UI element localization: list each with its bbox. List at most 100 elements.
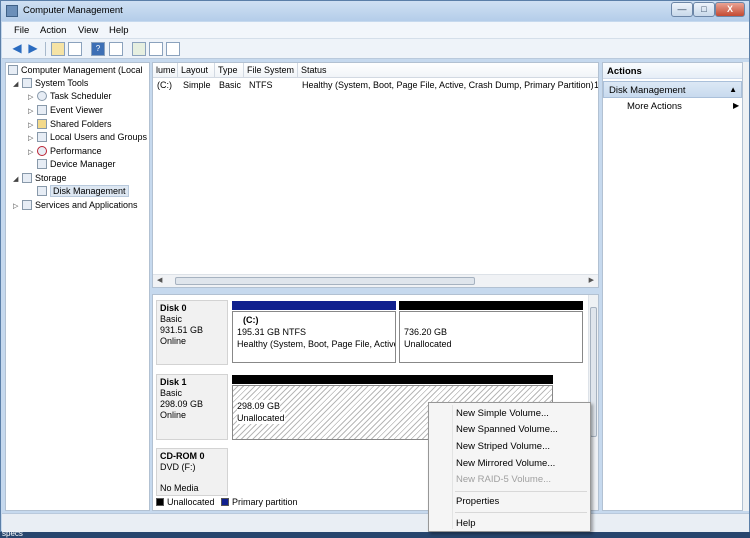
disk1-info[interactable]: Disk 1 Basic 298.09 GB Online (156, 374, 228, 440)
tree-item-computer-management[interactable]: Computer Management (Local (8, 64, 143, 77)
cdrom-state: No Media (160, 483, 199, 493)
expand-icon[interactable]: ▷ (13, 200, 22, 213)
menu-new-striped-volume[interactable]: New Striped Volume... (456, 441, 550, 452)
layout-cell: Simple (183, 80, 211, 90)
disk0-unallocated-bar (399, 301, 583, 310)
column-header-file-system[interactable]: File System (244, 63, 298, 78)
menu-file[interactable]: File (14, 25, 29, 36)
menu-new-mirrored-volume[interactable]: New Mirrored Volume... (456, 458, 555, 469)
partition-c-label: (C:) (243, 315, 259, 325)
more-actions-item[interactable]: More Actions ▶ (627, 101, 739, 112)
help-icon[interactable]: ? (91, 42, 105, 56)
computer-management-window: Computer Management — □ X File Action Vi… (0, 0, 750, 532)
actions-section-disk-management[interactable]: Disk Management ▲ (603, 81, 742, 98)
scroll-left-icon[interactable]: ◀ (157, 276, 162, 284)
tree-item-disk-management[interactable]: Disk Management (37, 185, 129, 198)
context-menu: New Simple Volume... New Spanned Volume.… (428, 402, 591, 532)
tree-item-device-manager[interactable]: Device Manager (37, 158, 116, 171)
scrollbar-thumb[interactable] (590, 307, 597, 437)
menu-separator (455, 491, 587, 492)
type-cell: Basic (219, 80, 242, 90)
computer-management-icon (6, 5, 18, 17)
up-folder-icon[interactable] (51, 42, 65, 56)
window-title: Computer Management (23, 5, 123, 16)
scrollbar-thumb[interactable] (175, 277, 475, 285)
expand-icon[interactable]: ▷ (28, 132, 37, 145)
disk1-state: Online (160, 410, 187, 420)
tree-item-performance[interactable]: ▷ Performance (28, 145, 102, 158)
settings-icon[interactable] (149, 42, 163, 56)
menu-help[interactable]: Help (456, 518, 476, 529)
forward-arrow-icon[interactable]: ▶ (26, 42, 40, 56)
refresh-icon[interactable] (109, 42, 123, 56)
expand-icon[interactable]: ▷ (28, 105, 37, 118)
legend-primary: Primary partition (232, 497, 298, 507)
toolbar: ◀ ▶ ? (2, 39, 749, 59)
disk1-type: Basic (160, 388, 183, 398)
cdrom-name: CD-ROM 0 (160, 451, 205, 461)
disk1-unallocated-bar (232, 375, 553, 384)
menu-separator (455, 512, 587, 513)
volume-cell[interactable]: (C:) (157, 80, 172, 90)
tree-item-task-scheduler[interactable]: ▷ Task Scheduler (28, 90, 112, 103)
show-hide-tree-icon[interactable] (68, 42, 82, 56)
tree-item-storage[interactable]: ◢ Storage (13, 172, 67, 185)
storage-icon (22, 173, 32, 183)
file-system-cell: NTFS (249, 80, 273, 90)
collapse-icon[interactable]: ◢ (13, 173, 22, 186)
disk0-partition-c[interactable]: (C:) 195.31 GB NTFS Healthy (System, Boo… (232, 311, 396, 363)
menu-gutter (452, 405, 453, 529)
menu-help[interactable]: Help (109, 25, 129, 36)
disk-legend: Unallocated Primary partition (156, 497, 298, 509)
menu-new-raid5-volume: New RAID-5 Volume... (456, 474, 552, 485)
menu-properties[interactable]: Properties (456, 496, 499, 507)
title-bar[interactable]: Computer Management — □ X (1, 1, 749, 21)
maximize-button[interactable]: □ (693, 2, 715, 17)
tree-item-system-tools[interactable]: ◢ System Tools (13, 77, 88, 90)
event-viewer-icon (37, 105, 47, 115)
disk0-unallocated-partition[interactable]: 736.20 GB Unallocated (399, 311, 583, 363)
menu-action[interactable]: Action (40, 25, 66, 36)
collapse-caret-icon[interactable]: ▲ (729, 85, 737, 94)
device-manager-icon (37, 159, 47, 169)
column-header-type[interactable]: Type (215, 63, 244, 78)
taskbar: specs (0, 529, 750, 538)
disk1-name: Disk 1 (160, 377, 187, 387)
close-button[interactable]: X (715, 2, 745, 17)
minimize-button[interactable]: — (671, 2, 693, 17)
navigation-tree: Computer Management (Local ◢ System Tools… (5, 62, 150, 511)
back-arrow-icon[interactable]: ◀ (10, 42, 24, 56)
horizontal-scrollbar[interactable]: ◀ ▶ (153, 274, 598, 287)
properties-icon[interactable] (132, 42, 146, 56)
menu-view[interactable]: View (78, 25, 98, 36)
collapse-icon[interactable]: ◢ (13, 78, 22, 91)
disk1-unallocated-status: Unallocated (237, 412, 285, 424)
actions-scrollbar[interactable] (743, 62, 749, 511)
submenu-arrow-icon: ▶ (733, 101, 740, 110)
legend-unallocated: Unallocated (167, 497, 215, 507)
column-header-volume[interactable]: lume (153, 63, 178, 78)
disk-icon[interactable] (166, 42, 180, 56)
disk0-info[interactable]: Disk 0 Basic 931.51 GB Online (156, 300, 228, 365)
performance-icon (37, 146, 47, 156)
tree-item-local-users[interactable]: ▷ Local Users and Groups (28, 131, 147, 144)
cdrom-info[interactable]: CD-ROM 0 DVD (F:) No Media (156, 448, 228, 496)
actions-section-label: Disk Management (609, 85, 686, 96)
status-bar (2, 513, 749, 532)
tools-icon (22, 78, 32, 88)
tree-item-shared-folders[interactable]: ▷ Shared Folders (28, 118, 112, 131)
users-icon (37, 132, 47, 142)
scroll-right-icon[interactable]: ▶ (589, 276, 594, 284)
tree-item-event-viewer[interactable]: ▷ Event Viewer (28, 104, 103, 117)
disk0-primary-bar (232, 301, 396, 310)
expand-icon[interactable]: ▷ (28, 146, 37, 159)
tree-item-services[interactable]: ▷ Services and Applications (13, 199, 138, 212)
menu-new-spanned-volume[interactable]: New Spanned Volume... (456, 424, 558, 435)
disk1-unallocated-size: 298.09 GB (237, 400, 281, 412)
expand-icon[interactable]: ▷ (28, 91, 37, 104)
column-header-layout[interactable]: Layout (178, 63, 215, 78)
actions-pane: Actions Disk Management ▲ More Actions ▶ (602, 62, 743, 511)
column-header-status[interactable]: Status (298, 63, 598, 78)
disk0-unallocated-size: 736.20 GB (404, 327, 448, 337)
menu-new-simple-volume[interactable]: New Simple Volume... (456, 408, 549, 419)
